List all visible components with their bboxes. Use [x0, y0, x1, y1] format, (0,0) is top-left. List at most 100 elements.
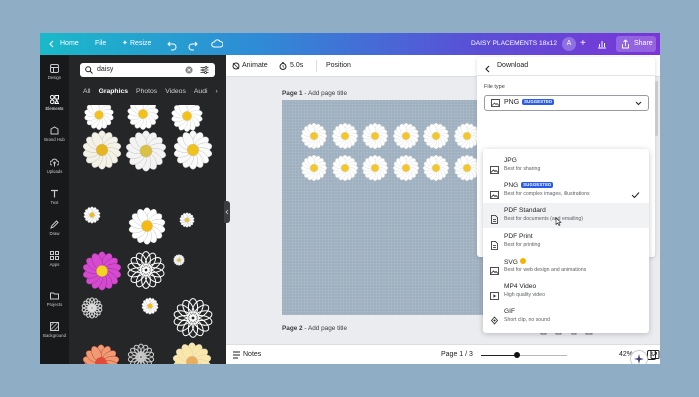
animate-button[interactable]: Animate — [242, 55, 268, 77]
tab-audio[interactable]: Audi — [194, 88, 208, 95]
option-name-text: PDF Print — [504, 232, 533, 240]
tab-all[interactable]: All — [83, 88, 91, 95]
file-type-select[interactable]: PNG SUGGESTED — [484, 95, 649, 111]
rail-item-draw[interactable]: Draw — [40, 220, 69, 236]
apps-icon — [50, 251, 59, 260]
file-type-option-pdf-print[interactable]: PDF Print Best for printing — [483, 229, 649, 254]
daisy-graphic-thumbnail[interactable] — [81, 343, 121, 364]
page1-title-input[interactable]: Add page title — [308, 90, 347, 97]
panel-collapse-handle[interactable] — [224, 201, 230, 223]
file-type-menu: JPG Best for sharing PNG SUGGESTED Best for … — [483, 149, 649, 333]
download-scrollbar[interactable] — [655, 81, 658, 136]
page-indicator[interactable]: Page 1 / 3 — [441, 345, 473, 364]
notes-button[interactable]: Notes — [243, 345, 261, 364]
daisy-graphic[interactable] — [392, 122, 420, 155]
back-chevron-icon[interactable] — [48, 33, 56, 55]
help-icon[interactable] — [650, 348, 660, 362]
daisy-graphic-thumbnail[interactable] — [171, 341, 213, 364]
position-button[interactable]: Position — [326, 55, 351, 77]
rail-item-background[interactable]: Background — [40, 322, 69, 338]
rail-item-apps[interactable]: Apps — [40, 251, 69, 267]
home-button[interactable]: Home — [60, 33, 79, 55]
daisy-graphic-thumbnail[interactable] — [81, 297, 103, 324]
daisy-graphic-thumbnail[interactable] — [81, 250, 123, 297]
file-type-option-gif[interactable]: GIF Short clip, no sound — [483, 304, 649, 329]
daisy-graphic[interactable] — [392, 154, 420, 187]
daisy-graphic-thumbnail[interactable] — [83, 206, 101, 229]
option-name-text: JPG — [504, 157, 517, 164]
cloud-saved-icon[interactable] — [211, 33, 223, 55]
rail-item-elements[interactable]: Elements — [40, 95, 69, 111]
rail-label: Draw — [49, 231, 60, 236]
file-type-option-jpg[interactable]: JPG Best for sharing — [483, 153, 649, 178]
rail-item-projects[interactable]: Projects — [40, 291, 69, 307]
clear-icon[interactable] — [185, 66, 193, 80]
document-icon — [490, 237, 499, 255]
daisy-graphic[interactable] — [331, 154, 359, 187]
daisy-graphic-thumbnail[interactable] — [173, 253, 185, 271]
daisy-graphic-thumbnail[interactable] — [172, 129, 214, 176]
share-icon — [621, 36, 630, 52]
page2-title-input[interactable]: Add page title — [308, 325, 347, 332]
add-collaborator-icon[interactable]: + — [580, 33, 586, 55]
option-name-text: PNG — [504, 182, 519, 190]
rail-label: Uploads — [46, 169, 63, 174]
file-menu[interactable]: File — [95, 33, 106, 55]
rail-item-text[interactable]: Text — [40, 189, 69, 205]
background-icon — [50, 322, 59, 331]
file-type-option-svg[interactable]: SVG Best for web design and animations — [483, 254, 649, 279]
daisy-graphic-thumbnail[interactable] — [127, 206, 167, 251]
filter-icon[interactable] — [200, 66, 209, 80]
tab-videos[interactable]: Videos — [165, 88, 186, 95]
bottom-bar: Notes Page 1 / 3 42% 3 — [226, 344, 660, 364]
daisy-graphic[interactable] — [422, 122, 450, 155]
daisy-graphic[interactable] — [300, 122, 328, 155]
daisy-graphic-thumbnail[interactable] — [126, 250, 166, 295]
notes-icon — [232, 345, 241, 364]
daisy-graphic-thumbnail[interactable] — [172, 297, 214, 344]
tabs-next-chevron-icon[interactable]: › — [215, 88, 217, 95]
duration-button[interactable]: 5.0s — [290, 55, 303, 77]
daisy-graphic[interactable] — [300, 154, 328, 187]
daisy-graphic-thumbnail[interactable] — [179, 212, 195, 233]
rail-item-design[interactable]: Design — [40, 64, 69, 80]
redo-icon[interactable] — [188, 33, 198, 55]
daisy-graphic-thumbnail[interactable] — [127, 343, 155, 364]
rail-item-uploads[interactable]: Uploads — [40, 158, 69, 174]
search-input[interactable]: daisy — [80, 63, 215, 77]
undo-icon[interactable] — [167, 33, 177, 55]
tab-photos[interactable]: Photos — [136, 88, 157, 95]
timer-icon — [279, 55, 287, 77]
daisy-graphic-thumbnail[interactable] — [81, 129, 123, 176]
tab-graphics[interactable]: Graphics — [99, 88, 128, 95]
back-chevron-icon[interactable] — [484, 61, 492, 79]
zoom-slider[interactable] — [481, 345, 567, 364]
share-label: Share — [634, 40, 653, 47]
page2-number: Page 2 — [282, 325, 303, 332]
option-name: PDF Print — [504, 233, 533, 240]
file-type-option-pdf-standard[interactable]: PDF Standard Best for documents (and emai… — [483, 203, 649, 229]
daisy-graphic[interactable] — [361, 122, 389, 155]
document-icon — [490, 211, 499, 229]
option-name: SVG — [504, 257, 526, 266]
magic-assistant-button[interactable] — [630, 350, 648, 364]
resize-button[interactable]: Resize — [130, 33, 151, 55]
rail-item-brand-hub[interactable]: Brand Hub — [40, 126, 69, 142]
document-title[interactable]: DAISY PLACEMENTS 18x12 — [471, 33, 557, 55]
file-type-option-mp4-video[interactable]: MP4 Video High quality video — [483, 279, 649, 304]
share-button[interactable]: Share — [616, 36, 656, 52]
search-icon — [85, 66, 93, 80]
option-name: PDF Standard — [504, 207, 546, 214]
file-type-option-png[interactable]: PNG SUGGESTED Best for complex images, ill… — [483, 178, 649, 203]
daisy-graphic[interactable] — [361, 154, 389, 187]
daisy-graphic[interactable] — [331, 122, 359, 155]
toolbar-divider — [316, 60, 317, 72]
zoom-slider-knob[interactable] — [514, 352, 521, 358]
daisy-graphic[interactable] — [422, 154, 450, 187]
avatar[interactable]: A — [562, 37, 576, 51]
rail-label: Design — [47, 75, 62, 80]
analytics-icon[interactable] — [597, 33, 607, 55]
option-description: High quality video — [504, 292, 545, 298]
daisy-graphic-thumbnail[interactable] — [141, 297, 159, 320]
daisy-graphic-thumbnail[interactable] — [124, 129, 168, 178]
